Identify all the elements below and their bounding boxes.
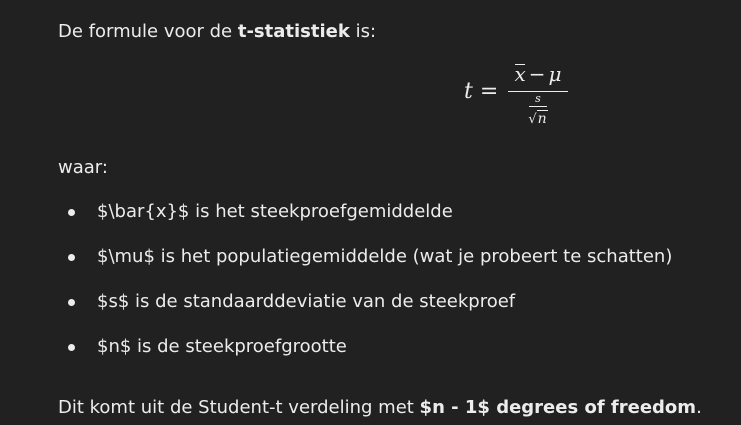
outro-bold: $n - 1$ degrees of freedom [419, 397, 697, 418]
formula-fraction: x − μ s √n [508, 62, 568, 132]
list-item-text: $n$ is de steekproefgrootte [97, 336, 347, 357]
formula-radical-sign: √ [528, 112, 537, 127]
intro-term: t-statistiek [237, 21, 350, 42]
bullet-dot [68, 254, 75, 261]
formula-minus: − [528, 62, 546, 86]
formula-mu: μ [548, 62, 562, 86]
outro-prefix: Dit komt uit de Student-t verdeling met [58, 397, 420, 418]
formula-radicand: n [536, 110, 548, 127]
intro-prefix: De formule voor de [58, 21, 238, 42]
bullet-dot [68, 344, 75, 351]
list-item-text: $s$ is de standaarddeviatie van de steek… [97, 291, 516, 312]
waar-label: waar: [58, 157, 108, 178]
formula-denominator-s: s [535, 92, 541, 105]
intro-suffix: is: [349, 21, 377, 42]
bullet-dot [68, 209, 75, 216]
outro-paragraph: Dit komt uit de Student-t verdeling met … [58, 396, 702, 420]
bullet-dot [68, 299, 75, 306]
formula-lhs: t = [464, 79, 499, 104]
intro-paragraph: De formule voor de t-statistiek is: [58, 20, 376, 44]
formula-sqrt: √n [528, 110, 548, 128]
formula-inner-fraction-line [529, 106, 547, 107]
formula-xbar: x [514, 62, 526, 86]
formula-denominator: s √n [508, 93, 568, 128]
outro-suffix: . [696, 397, 702, 418]
list-item-text: $\mu$ is het populatiegemiddelde (wat je… [97, 246, 673, 267]
t-statistic-formula: t = x − μ s √n [464, 62, 574, 132]
list-item-text: $\bar{x}$ is het steekproefgemiddelde [97, 201, 453, 222]
formula-numerator: x − μ [508, 62, 568, 86]
